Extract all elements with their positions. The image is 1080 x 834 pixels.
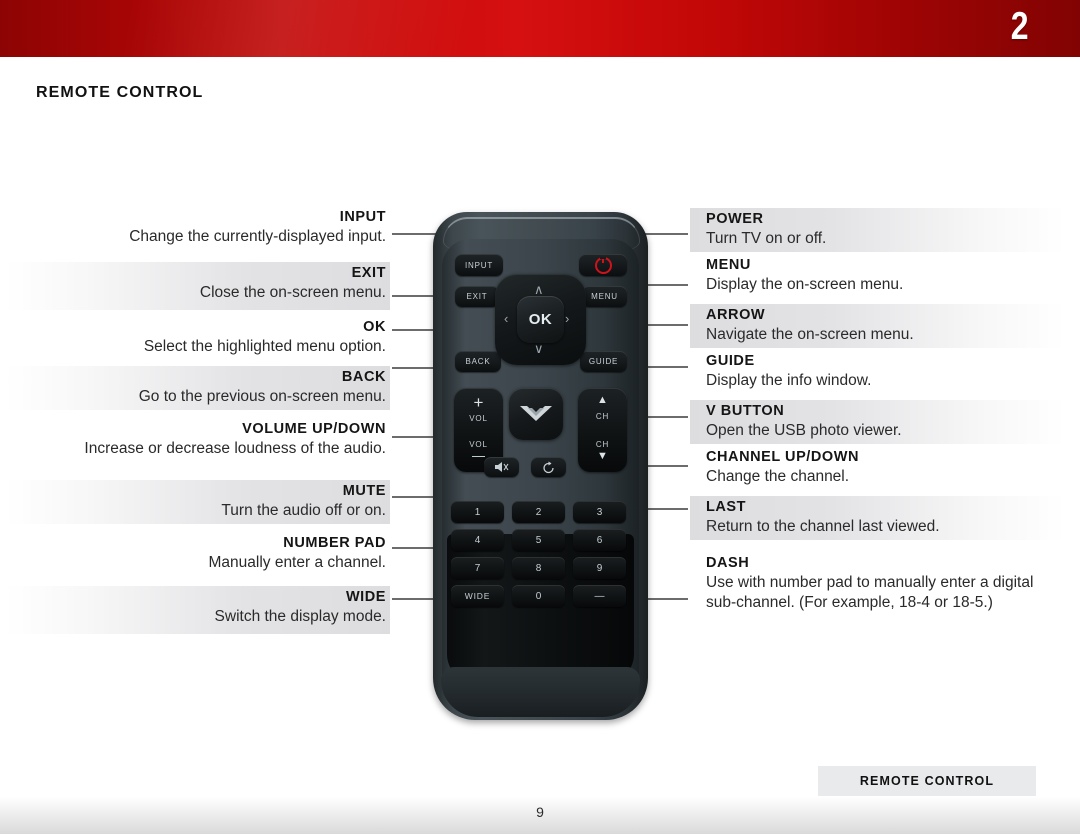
- callout-arrow: ARROW Navigate the on-screen menu.: [690, 304, 1065, 348]
- callout-title: VOLUME UP/DOWN: [242, 421, 386, 437]
- remote-dpad[interactable]: ∧ ∨ ‹ › OK: [495, 274, 586, 365]
- channel-up-icon[interactable]: ▲: [578, 394, 627, 406]
- callout-back: BACK Go to the previous on-screen menu.: [5, 366, 390, 410]
- callout-title: LAST: [706, 499, 747, 515]
- callout-v-button: V BUTTON Open the USB photo viewer.: [690, 400, 1065, 444]
- remote-last-button[interactable]: [531, 457, 566, 477]
- remote-back-button[interactable]: BACK: [455, 351, 501, 372]
- volume-up-label: VOL: [469, 414, 488, 423]
- callout-description: Select the highlighted menu option.: [143, 338, 386, 355]
- remote-zero-button[interactable]: 0: [512, 585, 565, 607]
- callout-description: Turn the audio off or on.: [221, 502, 386, 519]
- callout-title: INPUT: [339, 209, 386, 225]
- page-header-bar: 2: [0, 0, 1080, 57]
- callout-title: NUMBER PAD: [283, 535, 386, 551]
- callout-description: Navigate the on-screen menu.: [706, 326, 914, 343]
- remote-control-illustration: INPUT EXIT MENU BACK GUIDE ∧ ∨ ‹ › OK + …: [433, 212, 648, 720]
- callout-title: GUIDE: [706, 353, 755, 369]
- remote-number-9-button[interactable]: 9: [573, 557, 626, 579]
- callout-exit: EXIT Close the on-screen menu.: [5, 262, 390, 310]
- arrow-right-icon[interactable]: ›: [565, 312, 569, 325]
- remote-number-1-button[interactable]: 1: [451, 501, 504, 523]
- page-title: REMOTE CONTROL: [36, 84, 204, 101]
- callout-menu: MENU Display the on-screen menu.: [690, 254, 1065, 298]
- callout-title: ARROW: [706, 307, 766, 323]
- remote-v-button[interactable]: [509, 388, 563, 440]
- remote-number-5-button[interactable]: 5: [512, 529, 565, 551]
- callout-guide: GUIDE Display the info window.: [690, 350, 1065, 394]
- callout-title: POWER: [706, 211, 764, 227]
- callout-description: Manually enter a channel.: [208, 554, 386, 571]
- remote-channel-rocker[interactable]: ▲ CH CH ▼: [578, 388, 627, 472]
- callout-description: Go to the previous on-screen menu.: [138, 388, 386, 405]
- remote-power-button[interactable]: [579, 254, 627, 276]
- callout-description: Switch the display mode.: [214, 608, 386, 625]
- remote-number-3-button[interactable]: 3: [573, 501, 626, 523]
- callout-title: MUTE: [342, 483, 386, 499]
- remote-ok-button[interactable]: OK: [517, 296, 564, 343]
- callout-title: BACK: [341, 369, 386, 385]
- callout-description: Change the currently-displayed input.: [129, 228, 386, 245]
- channel-down-icon[interactable]: ▼: [578, 450, 627, 462]
- callout-title: CHANNEL UP/DOWN: [706, 449, 859, 465]
- callout-description: Open the USB photo viewer.: [706, 422, 902, 439]
- callout-title: EXIT: [351, 265, 386, 281]
- callout-channel-up-down: CHANNEL UP/DOWN Change the channel.: [690, 446, 1065, 490]
- mute-icon: [495, 462, 509, 472]
- callout-title: OK: [363, 319, 386, 335]
- callout-mute: MUTE Turn the audio off or on.: [5, 480, 390, 524]
- callout-title: DASH: [706, 555, 750, 571]
- remote-number-2-button[interactable]: 2: [512, 501, 565, 523]
- callout-dash: DASH Use with number pad to manually ente…: [690, 552, 1065, 628]
- arrow-left-icon[interactable]: ‹: [504, 312, 508, 325]
- remote-number-7-button[interactable]: 7: [451, 557, 504, 579]
- vizio-v-icon: [520, 406, 552, 421]
- callout-input: INPUT Change the currently-displayed inpu…: [5, 206, 390, 256]
- callout-description: Change the channel.: [706, 468, 850, 485]
- callout-description: Turn TV on or off.: [706, 230, 827, 247]
- callout-power: POWER Turn TV on or off.: [690, 208, 1065, 252]
- callout-last: LAST Return to the channel last viewed.: [690, 496, 1065, 540]
- callout-ok: OK Select the highlighted menu option.: [5, 316, 390, 364]
- remote-number-4-button[interactable]: 4: [451, 529, 504, 551]
- callout-description: Return to the channel last viewed.: [706, 518, 940, 535]
- footer-section-tab: REMOTE CONTROL: [818, 766, 1036, 796]
- callout-description: Display the info window.: [706, 372, 872, 389]
- remote-wide-button[interactable]: WIDE: [451, 585, 504, 607]
- callout-wide: WIDE Switch the display mode.: [5, 586, 390, 634]
- callout-description: Close the on-screen menu.: [199, 284, 386, 301]
- remote-bottom: [441, 667, 640, 717]
- arrow-down-icon[interactable]: ∨: [534, 342, 544, 355]
- channel-down-label: CH: [595, 440, 610, 449]
- remote-input-button[interactable]: INPUT: [455, 254, 503, 276]
- remote-guide-button[interactable]: GUIDE: [580, 351, 627, 372]
- callout-title: WIDE: [345, 589, 386, 605]
- chapter-number-badge: 2: [1011, 5, 1029, 48]
- callout-title: MENU: [706, 257, 751, 273]
- remote-dash-button[interactable]: —: [573, 585, 626, 607]
- remote-number-8-button[interactable]: 8: [512, 557, 565, 579]
- volume-up-icon[interactable]: +: [454, 394, 503, 411]
- callout-description: Increase or decrease loudness of the aud…: [84, 440, 386, 457]
- channel-up-label: CH: [595, 412, 610, 421]
- page-number: 9: [536, 804, 544, 820]
- callout-volume-up-down: VOLUME UP/DOWN Increase or decrease loudn…: [5, 418, 390, 480]
- callout-number-pad: NUMBER PAD Manually enter a channel.: [5, 532, 390, 580]
- remote-mute-button[interactable]: [484, 457, 519, 477]
- callout-title: V BUTTON: [706, 403, 785, 419]
- last-icon: [543, 461, 554, 473]
- arrow-up-icon[interactable]: ∧: [534, 283, 544, 296]
- remote-number-6-button[interactable]: 6: [573, 529, 626, 551]
- callout-description: Display the on-screen menu.: [706, 276, 904, 293]
- remote-menu-button[interactable]: MENU: [582, 286, 627, 307]
- callout-description: Use with number pad to manually enter a …: [706, 574, 1034, 611]
- power-icon: [594, 254, 612, 274]
- remote-exit-button[interactable]: EXIT: [455, 286, 499, 307]
